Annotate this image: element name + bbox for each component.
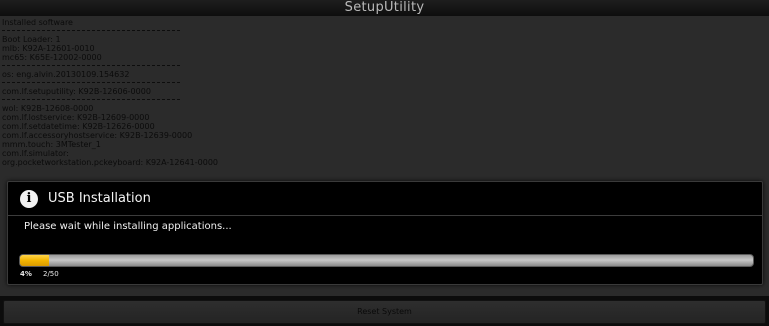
dialog-message: Please wait while installing application…	[24, 221, 232, 232]
progress-bar	[19, 254, 754, 267]
installed-heading: Installed software	[2, 18, 73, 27]
progress-count: 2/50	[43, 270, 59, 278]
reset-system-button[interactable]: Reset System	[3, 300, 766, 324]
software-line: com.lf.accessoryhostservice: K92B-12639-…	[2, 131, 193, 140]
software-line: mlb: K92A-12601-0010	[2, 44, 95, 53]
bootloader-group: Boot Loader: 1 mlb: K92A-12601-0010 mc65: …	[2, 35, 769, 62]
bottom-bar: Reset System	[0, 296, 769, 326]
divider	[2, 97, 180, 100]
setup-utility-screen: SetupUtility Installed software Boot Loa…	[0, 0, 769, 326]
software-line: org.pocketworkstation.pckeyboard: K92A-1…	[2, 158, 218, 167]
software-line: com.lf.simulator:	[2, 149, 69, 158]
dialog-header: i USB Installation	[8, 182, 762, 216]
software-line: com.lf.lostservice: K92B-12609-0000	[2, 113, 150, 122]
setuputility-group: com.lf.setuputility: K92B-12606-0000	[2, 87, 769, 96]
divider	[2, 63, 180, 66]
info-icon: i	[20, 190, 38, 208]
divider	[2, 80, 180, 83]
software-line: mc65: K65E-12002-0000	[2, 53, 102, 62]
software-line: mmm.touch: 3MTester_1	[2, 140, 101, 149]
software-line: com.lf.setdatetime: K92B-12626-0000	[2, 122, 155, 131]
software-line: wol: K92B-12608-0000	[2, 104, 94, 113]
software-line: os: eng.alvin.20130109.154632	[2, 70, 130, 79]
progress-percent: 4%	[20, 270, 32, 278]
dialog-title: USB Installation	[48, 191, 151, 206]
software-line: Boot Loader: 1	[2, 35, 61, 44]
os-group: os: eng.alvin.20130109.154632	[2, 70, 769, 79]
usb-installation-dialog: i USB Installation Please wait while ins…	[7, 181, 763, 285]
software-line: com.lf.setuputility: K92B-12606-0000	[2, 87, 151, 96]
window-title: SetupUtility	[0, 0, 769, 16]
divider	[2, 28, 180, 31]
progress-bar-fill	[20, 255, 50, 266]
packages-group: wol: K92B-12608-0000 com.lf.lostservice: …	[2, 104, 769, 167]
